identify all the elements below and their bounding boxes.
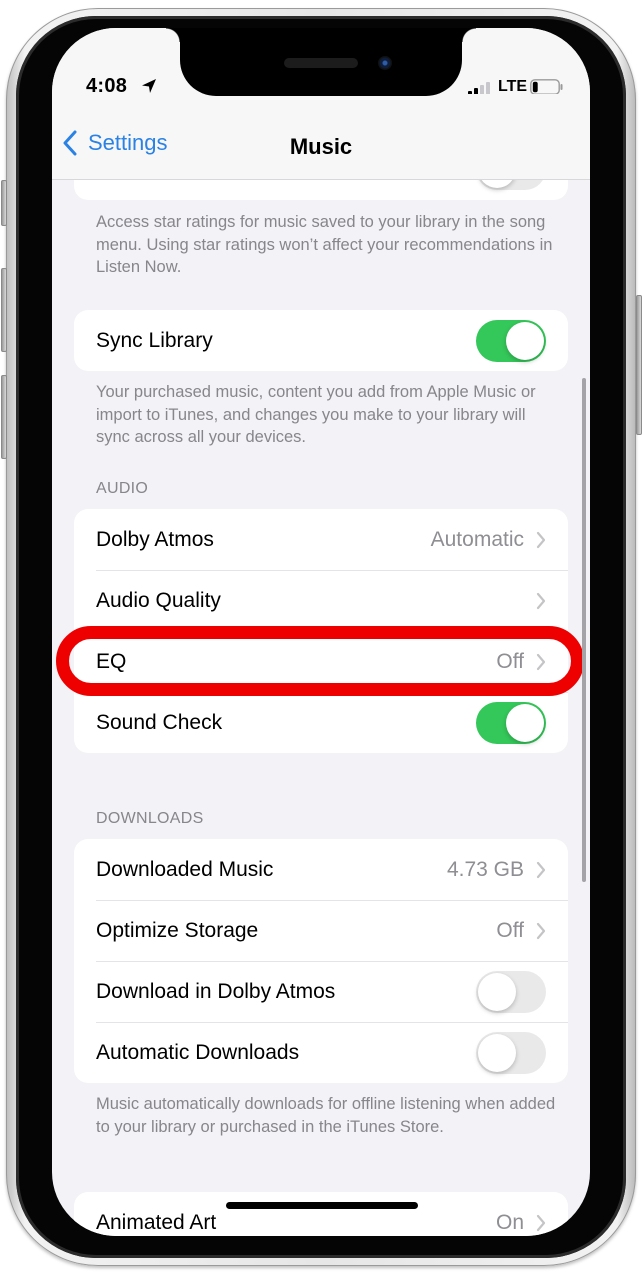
row-optimize-storage[interactable]: Optimize Storage Off bbox=[74, 900, 568, 961]
page-title: Music bbox=[289, 134, 353, 159]
row-label: Sync Library bbox=[96, 328, 213, 352]
toggle-knob bbox=[506, 321, 544, 360]
row-sound-check[interactable]: Sound Check bbox=[74, 692, 568, 753]
battery-fill bbox=[532, 81, 538, 93]
row-label: Automatic Downloads bbox=[96, 1040, 300, 1064]
toggle-knob bbox=[478, 1033, 516, 1072]
row-label: Dolby Atmos bbox=[96, 527, 214, 551]
row-downloaded-music[interactable]: Downloaded Music 4.73 GB bbox=[74, 839, 568, 900]
row-automatic-downloads[interactable]: Automatic Downloads bbox=[74, 1022, 568, 1083]
row-value: 4.73 GB bbox=[446, 857, 524, 881]
row-eq[interactable]: EQ Off bbox=[74, 631, 568, 692]
row-sync-library[interactable]: Sync Library bbox=[74, 310, 568, 371]
home-indicator[interactable] bbox=[226, 1202, 418, 1209]
sound-check-toggle[interactable] bbox=[476, 701, 546, 744]
scrollbar[interactable] bbox=[582, 378, 586, 882]
row-label: Download in Dolby Atmos bbox=[96, 979, 336, 1003]
front-camera bbox=[378, 56, 392, 70]
download-dolby-atmos-toggle[interactable] bbox=[476, 970, 546, 1013]
group-downloads: Downloaded Music 4.73 GB Optimize Storag… bbox=[74, 839, 568, 1083]
row-value: Off bbox=[496, 918, 524, 942]
downloads-section-header: DOWNLOADS bbox=[96, 810, 204, 827]
group-audio: Dolby Atmos Automatic Audio Quality EQ O… bbox=[74, 509, 568, 753]
battery-icon bbox=[530, 79, 563, 95]
navigation-bar: Settings Music bbox=[52, 94, 590, 180]
row-dolby-atmos[interactable]: Dolby Atmos Automatic bbox=[74, 509, 568, 570]
chevron-right-icon bbox=[536, 653, 546, 670]
toggle-knob bbox=[478, 972, 516, 1011]
notch bbox=[166, 28, 476, 96]
volume-down-button bbox=[1, 375, 7, 459]
sync-library-footnote: Your purchased music, content you add fr… bbox=[96, 383, 536, 446]
screen: Show Star Ratings Access star ratings fo… bbox=[52, 28, 590, 1236]
earpiece-speaker bbox=[284, 58, 358, 68]
row-label: EQ bbox=[96, 649, 127, 673]
audio-section-header: AUDIO bbox=[96, 480, 149, 497]
chevron-right-icon bbox=[536, 861, 546, 878]
volume-up-button bbox=[1, 268, 7, 352]
group-sync-library: Sync Library bbox=[74, 310, 568, 371]
toggle-knob bbox=[506, 703, 544, 742]
automatic-downloads-toggle[interactable] bbox=[476, 1031, 546, 1074]
row-value: Off bbox=[496, 649, 524, 673]
row-label: Optimize Storage bbox=[96, 918, 259, 942]
chevron-right-icon bbox=[536, 592, 546, 609]
row-value: Automatic bbox=[430, 527, 524, 551]
row-audio-quality[interactable]: Audio Quality bbox=[74, 570, 568, 631]
chevron-right-icon bbox=[536, 1214, 546, 1231]
downloads-footnote: Music automatically downloads for offlin… bbox=[96, 1095, 556, 1136]
side-button bbox=[636, 295, 642, 435]
row-label: Audio Quality bbox=[96, 588, 221, 612]
row-label: Animated Art bbox=[96, 1210, 217, 1234]
star-ratings-footnote: Access star ratings for music saved to y… bbox=[96, 213, 553, 276]
chevron-right-icon bbox=[536, 531, 546, 548]
chevron-right-icon bbox=[536, 922, 546, 939]
location-arrow-icon bbox=[142, 79, 156, 93]
row-label: Downloaded Music bbox=[96, 857, 274, 881]
sync-library-toggle[interactable] bbox=[476, 319, 546, 362]
row-value: On bbox=[495, 1210, 524, 1234]
row-animated-art[interactable]: Animated Art On bbox=[74, 1192, 568, 1236]
row-label: Sound Check bbox=[96, 710, 223, 734]
group-animated-art: Animated Art On bbox=[74, 1192, 568, 1236]
row-download-in-dolby-atmos[interactable]: Download in Dolby Atmos bbox=[74, 961, 568, 1022]
silent-switch bbox=[1, 180, 7, 226]
